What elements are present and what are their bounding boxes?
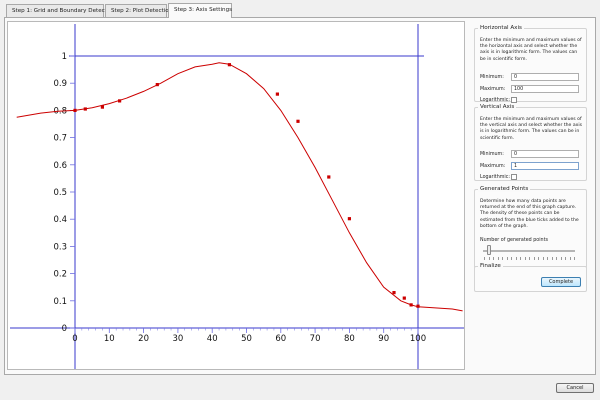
points-slider-thumb[interactable] [487,245,492,255]
slider-tick [484,257,485,260]
v-maximum-label: Maximum: [480,164,506,169]
y-tick-label: 0.1 [53,297,67,307]
data-point [155,83,159,87]
data-point [416,304,420,308]
x-tick-label: 70 [310,334,321,344]
finalize-title: Finalize [478,263,503,269]
slider-tick [524,257,526,260]
y-tick-label: 0.5 [53,188,67,198]
cancel-button[interactable]: Cancel [556,383,594,393]
slider-tick [556,257,557,260]
y-tick-label: 0.6 [53,161,67,171]
data-point [347,217,351,221]
x-tick-label: 80 [344,334,355,344]
h-maximum-label: Maximum: [480,87,506,92]
points-slider-label: Number of generated points [480,238,548,243]
slider-tick [493,257,494,260]
series-line [16,62,463,312]
data-point [83,107,87,111]
slider-tick [551,257,553,260]
slider-tick [569,257,571,260]
h-maximum-input[interactable]: 100 [511,85,579,93]
finalize-group: Finalize Complete [474,263,587,292]
horizontal-axis-title: Horizontal Axis [478,25,524,31]
v-maximum-input[interactable]: 1 [511,162,579,170]
tab-grid-boundary-detection[interactable]: Step 1: Grid and Boundary Detection [6,4,115,17]
data-point [118,99,122,103]
x-tick-label: 100 [410,334,426,344]
data-point [100,105,104,109]
x-tick-label: 10 [104,334,115,344]
slider-tick [538,257,539,260]
data-point [409,303,413,307]
slider-tick [520,257,521,260]
y-tick-label: 1 [62,52,67,62]
y-tick-label: 0.7 [53,134,67,144]
slider-tick [502,257,503,260]
x-tick-label: 40 [207,334,218,344]
y-tick-label: 0.9 [53,79,67,89]
v-minimum-label: Minimum: [480,152,504,157]
slider-tick [515,257,517,260]
v-logarithmic-checkbox[interactable] [511,174,517,180]
v-minimum-input[interactable]: 0 [511,150,579,158]
data-point [327,175,331,179]
complete-button[interactable]: Complete [541,277,581,287]
slider-tick [506,257,508,260]
y-tick-label: 0.2 [53,270,67,280]
slider-tick [529,257,530,260]
slider-tick [511,257,512,260]
x-tick-label: 60 [275,334,286,344]
data-point [402,296,406,300]
slider-tick [574,257,575,260]
points-slider-ticks [484,257,575,260]
plot-area[interactable]: 0 10 20 30 40 50 60 70 80 90 100 0 0.1 0.2 0.3 0.4 0.5 0.… [7,21,465,370]
slider-tick [542,257,544,260]
x-tick-label: 0 [72,334,77,344]
y-tick-label: 0 [62,324,67,334]
points-slider-track[interactable] [483,250,575,252]
tab-axis-settings[interactable]: Step 3: Axis Settings [168,3,232,18]
slider-tick [488,257,490,260]
y-tick-label: 0.4 [53,215,67,225]
data-point [275,92,279,96]
slider-tick [565,257,566,260]
y-tick-label: 0.3 [53,242,67,252]
slider-tick [533,257,535,260]
data-point [73,108,77,112]
horizontal-axis-group: Horizontal Axis Enter the minimum and ma… [474,25,587,103]
data-point [392,291,396,295]
vertical-axis-title: Vertical Axis [478,104,517,110]
vertical-axis-group: Vertical Axis Enter the minimum and maxi… [474,104,587,181]
generated-points-title: Generated Points [478,186,531,192]
h-logarithmic-label: Logarithmic: [480,98,510,103]
generated-points-description: Determine how many data points are retur… [480,199,579,229]
horizontal-axis-description: Enter the minimum and maximum values of … [480,38,582,62]
h-logarithmic-checkbox[interactable] [511,97,517,103]
x-tick-label: 30 [172,334,183,344]
data-point [227,63,231,67]
axis-preview-chart[interactable]: 0 10 20 30 40 50 60 70 80 90 100 0 0.1 0.2 0.3 0.4 0.5 0.… [8,22,466,371]
h-minimum-label: Minimum: [480,75,504,80]
data-point [296,119,300,123]
tab-plot-detection[interactable]: Step 2: Plot Detection [105,4,172,17]
v-logarithmic-label: Logarithmic: [480,175,510,180]
x-tick-label: 50 [241,334,252,344]
tab-bar: Step 1: Grid and Boundary Detection Step… [0,0,600,18]
x-tick-label: 20 [138,334,149,344]
slider-tick [560,257,562,260]
x-tick-label: 90 [378,334,389,344]
vertical-axis-description: Enter the minimum and maximum values of … [480,117,583,141]
h-minimum-input[interactable]: 0 [511,73,579,81]
slider-tick [497,257,499,260]
slider-tick [547,257,548,260]
